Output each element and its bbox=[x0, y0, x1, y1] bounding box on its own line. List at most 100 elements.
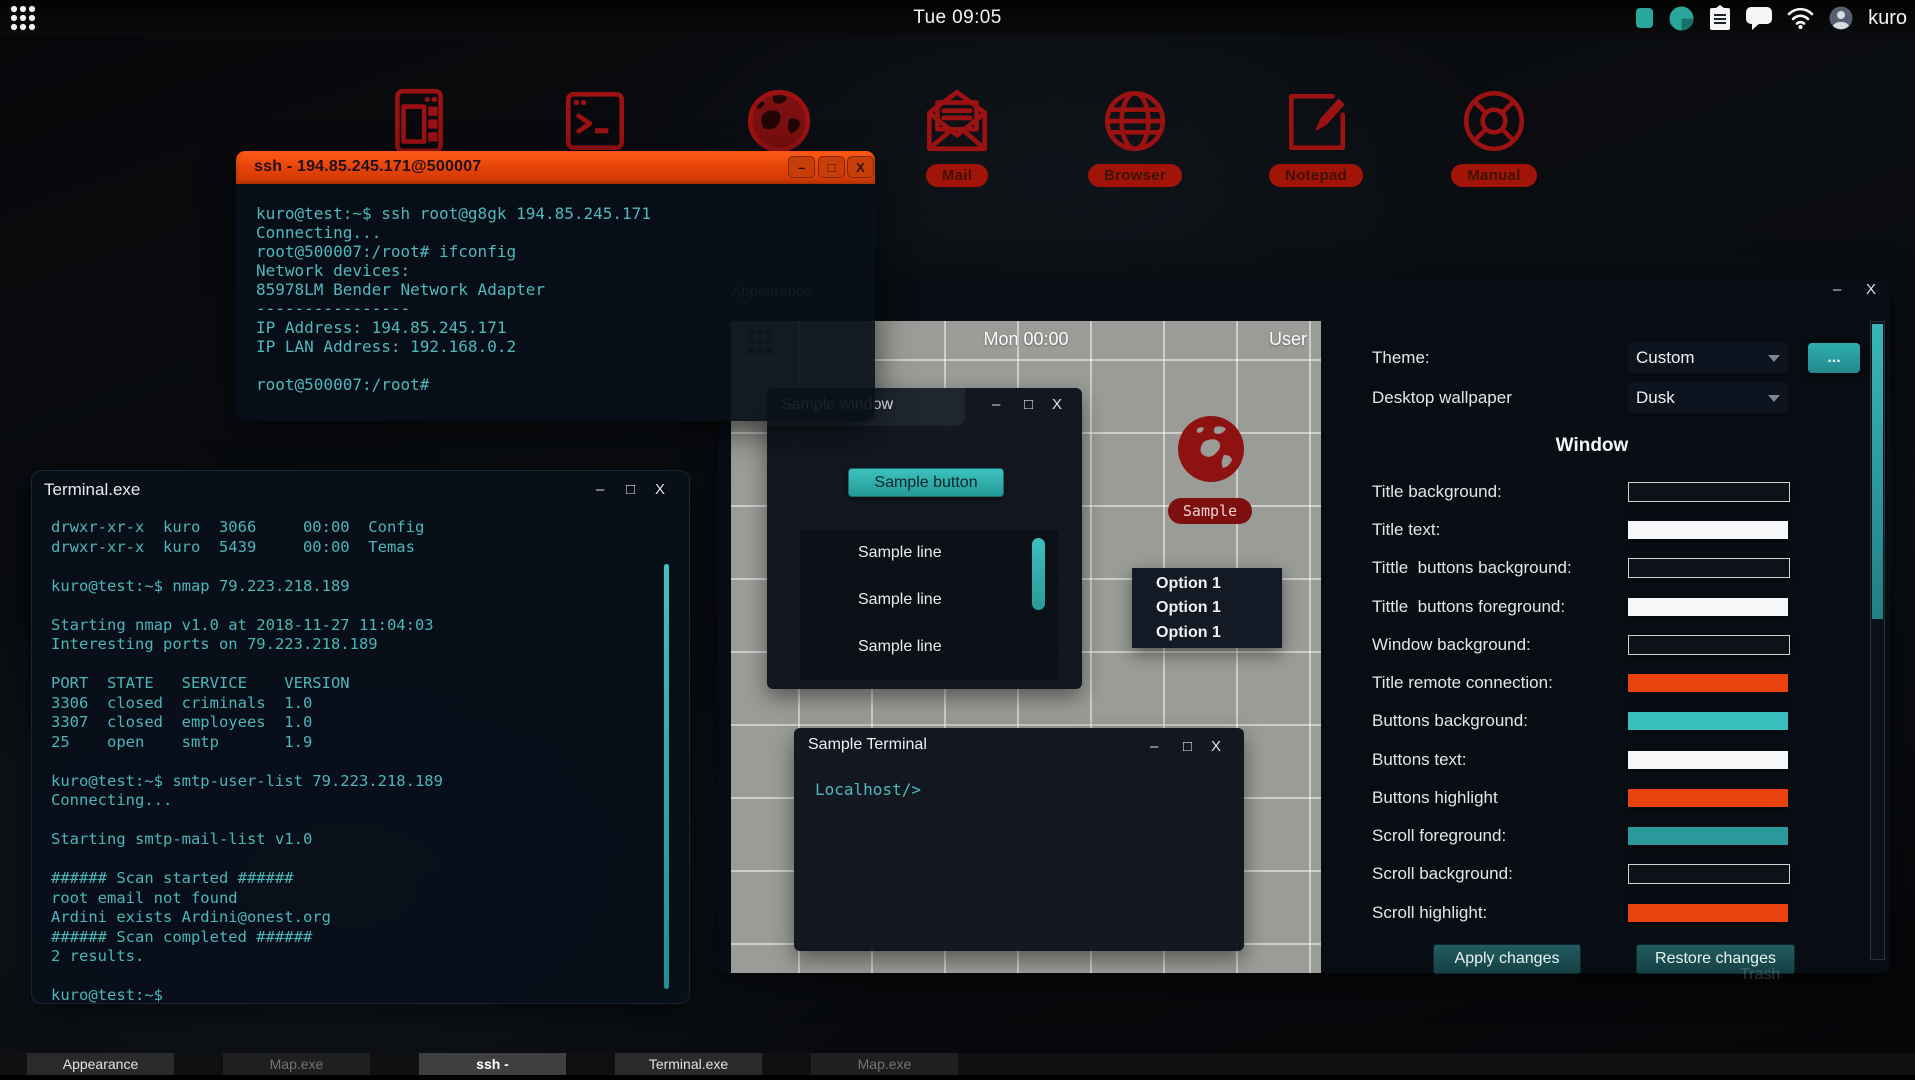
color-swatch[interactable] bbox=[1628, 674, 1788, 692]
color-swatch[interactable] bbox=[1628, 635, 1790, 655]
scrollbar-thumb[interactable] bbox=[1032, 538, 1045, 610]
taskbar-item[interactable]: ssh - bbox=[419, 1053, 566, 1075]
icon-label: Manual bbox=[1451, 164, 1536, 187]
minimize-button[interactable]: – bbox=[1833, 281, 1841, 298]
wallpaper-label: Desktop wallpaper bbox=[1372, 388, 1512, 408]
color-swatch[interactable] bbox=[1628, 904, 1788, 922]
color-setting-label: Title background: bbox=[1372, 482, 1502, 502]
sample-globe-icon[interactable] bbox=[1175, 413, 1247, 485]
disk-usage-icon[interactable] bbox=[1669, 6, 1694, 31]
apply-changes-button[interactable]: Apply changes bbox=[1433, 944, 1581, 974]
sample-window: Sample window – □ X Sample button Sample… bbox=[767, 388, 1082, 689]
desktop-icon-manual[interactable]: Manual bbox=[1439, 84, 1549, 187]
color-setting-label: Scroll background: bbox=[1372, 864, 1513, 884]
wallpaper-value: Dusk bbox=[1636, 388, 1768, 408]
color-setting-label: Scroll highlight: bbox=[1372, 903, 1487, 923]
wallpaper-dropdown[interactable]: Dusk bbox=[1628, 383, 1788, 413]
color-setting-label: Title text: bbox=[1372, 520, 1440, 540]
color-swatch[interactable] bbox=[1628, 521, 1788, 539]
color-swatch[interactable] bbox=[1628, 558, 1790, 578]
color-setting-label: Title remote connection: bbox=[1372, 673, 1553, 693]
sample-button[interactable]: Sample button bbox=[848, 468, 1004, 497]
menu-option[interactable]: Option 1 bbox=[1132, 624, 1282, 642]
top-bar: Tue 09:05 kuro bbox=[0, 0, 1915, 36]
theme-more-button[interactable]: ... bbox=[1808, 343, 1860, 373]
color-swatch[interactable] bbox=[1628, 712, 1788, 730]
maximize-button[interactable]: □ bbox=[1183, 738, 1192, 755]
ssh-titlebar[interactable]: ssh - 194.85.245.171@500007 – □ X bbox=[236, 151, 875, 184]
manual-icon bbox=[1457, 84, 1531, 158]
icon-label: Browser bbox=[1088, 164, 1182, 187]
scrollbar-track[interactable] bbox=[1870, 321, 1885, 960]
desktop-icon-mail[interactable]: Mail bbox=[902, 84, 1012, 187]
sample-line: Sample line bbox=[858, 587, 1058, 613]
window-section-title: Window bbox=[1372, 435, 1812, 457]
color-swatch[interactable] bbox=[1628, 598, 1788, 616]
clipboard-icon[interactable] bbox=[1709, 5, 1731, 31]
desktop-icon-software[interactable] bbox=[364, 84, 474, 158]
close-button[interactable]: X bbox=[655, 481, 665, 498]
software-icon bbox=[382, 84, 456, 158]
sample-terminal-window: Sample Terminal – □ X Localhost/> bbox=[794, 728, 1244, 951]
menu-option[interactable]: Option 1 bbox=[1132, 575, 1282, 593]
taskbar-item[interactable]: Appearance bbox=[27, 1053, 174, 1075]
close-button[interactable]: X bbox=[847, 156, 874, 178]
maximize-button[interactable]: □ bbox=[1024, 396, 1033, 413]
sample-list: Sample lineSample lineSample line bbox=[800, 530, 1058, 680]
desktop-icon-notepad[interactable]: Notepad bbox=[1261, 84, 1371, 187]
user-avatar-icon[interactable] bbox=[1829, 6, 1853, 30]
appearance-window: Appearance – X Mon 00:00 User Sample Sa bbox=[718, 275, 1890, 973]
terminal-window: Terminal.exe – □ X drwxr-xr-x kuro 3066 … bbox=[31, 470, 690, 1004]
context-menu: Option 1 Option 1 Option 1 bbox=[1132, 568, 1282, 648]
menu-option[interactable]: Option 1 bbox=[1132, 599, 1282, 617]
icon-label: Notepad bbox=[1269, 164, 1363, 187]
color-swatch[interactable] bbox=[1628, 789, 1788, 807]
minimize-button[interactable]: – bbox=[788, 156, 815, 178]
system-tray: kuro bbox=[1635, 0, 1907, 36]
minimize-button[interactable]: – bbox=[596, 481, 604, 498]
color-swatch[interactable] bbox=[1628, 827, 1788, 845]
minimize-button[interactable]: – bbox=[992, 396, 1000, 413]
window-title: Sample Terminal bbox=[808, 736, 927, 754]
map-icon bbox=[742, 84, 816, 158]
desktop-icon-map[interactable] bbox=[724, 84, 834, 158]
taskbar-item[interactable]: Terminal.exe bbox=[615, 1053, 762, 1075]
clock: Tue 09:05 bbox=[913, 7, 1001, 29]
taskbar-item[interactable]: Map.exe bbox=[223, 1053, 370, 1075]
color-setting-label: Buttons background: bbox=[1372, 711, 1528, 731]
color-swatch[interactable] bbox=[1628, 864, 1790, 884]
color-setting-label: Window background: bbox=[1372, 635, 1531, 655]
desktop-icon-terminal[interactable] bbox=[540, 84, 650, 158]
close-button[interactable]: X bbox=[1866, 281, 1876, 298]
username[interactable]: kuro bbox=[1868, 7, 1907, 30]
window-title: Terminal.exe bbox=[44, 480, 140, 500]
close-button[interactable]: X bbox=[1211, 738, 1221, 755]
app-grid-icon[interactable] bbox=[10, 5, 36, 31]
close-button[interactable]: X bbox=[1052, 396, 1062, 413]
terminal-prompt: Localhost/> bbox=[815, 780, 921, 799]
preview-username: User bbox=[1269, 329, 1307, 350]
desktop-icon-browser[interactable]: Browser bbox=[1080, 84, 1190, 187]
chevron-down-icon bbox=[1768, 355, 1780, 362]
sample-line: Sample line bbox=[858, 540, 1058, 566]
color-setting-label: Tittle buttons foreground: bbox=[1372, 597, 1565, 617]
icon-label: Mail bbox=[926, 164, 988, 187]
taskbar: Appearance Map.exe ssh - Terminal.exe Map.ex… bbox=[0, 1053, 1915, 1075]
notepad-icon bbox=[1279, 84, 1353, 158]
scrollbar-thumb[interactable] bbox=[664, 564, 669, 989]
color-swatch[interactable] bbox=[1628, 751, 1788, 769]
color-setting-label: Scroll foreground: bbox=[1372, 826, 1506, 846]
scrollbar-thumb[interactable] bbox=[1872, 324, 1883, 619]
minimize-button[interactable]: – bbox=[1150, 738, 1158, 755]
storage-icon[interactable] bbox=[1635, 6, 1654, 30]
window-title: ssh - 194.85.245.171@500007 bbox=[254, 158, 481, 176]
maximize-button[interactable]: □ bbox=[626, 481, 635, 498]
color-swatch[interactable] bbox=[1628, 482, 1790, 502]
theme-dropdown[interactable]: Custom bbox=[1628, 343, 1788, 373]
wifi-icon[interactable] bbox=[1787, 7, 1814, 29]
mail-icon bbox=[920, 84, 994, 158]
taskbar-item[interactable]: Map.exe bbox=[811, 1053, 958, 1075]
chat-icon[interactable] bbox=[1746, 7, 1772, 30]
sample-icon-label: Sample bbox=[1168, 498, 1252, 524]
maximize-button[interactable]: □ bbox=[818, 156, 845, 178]
